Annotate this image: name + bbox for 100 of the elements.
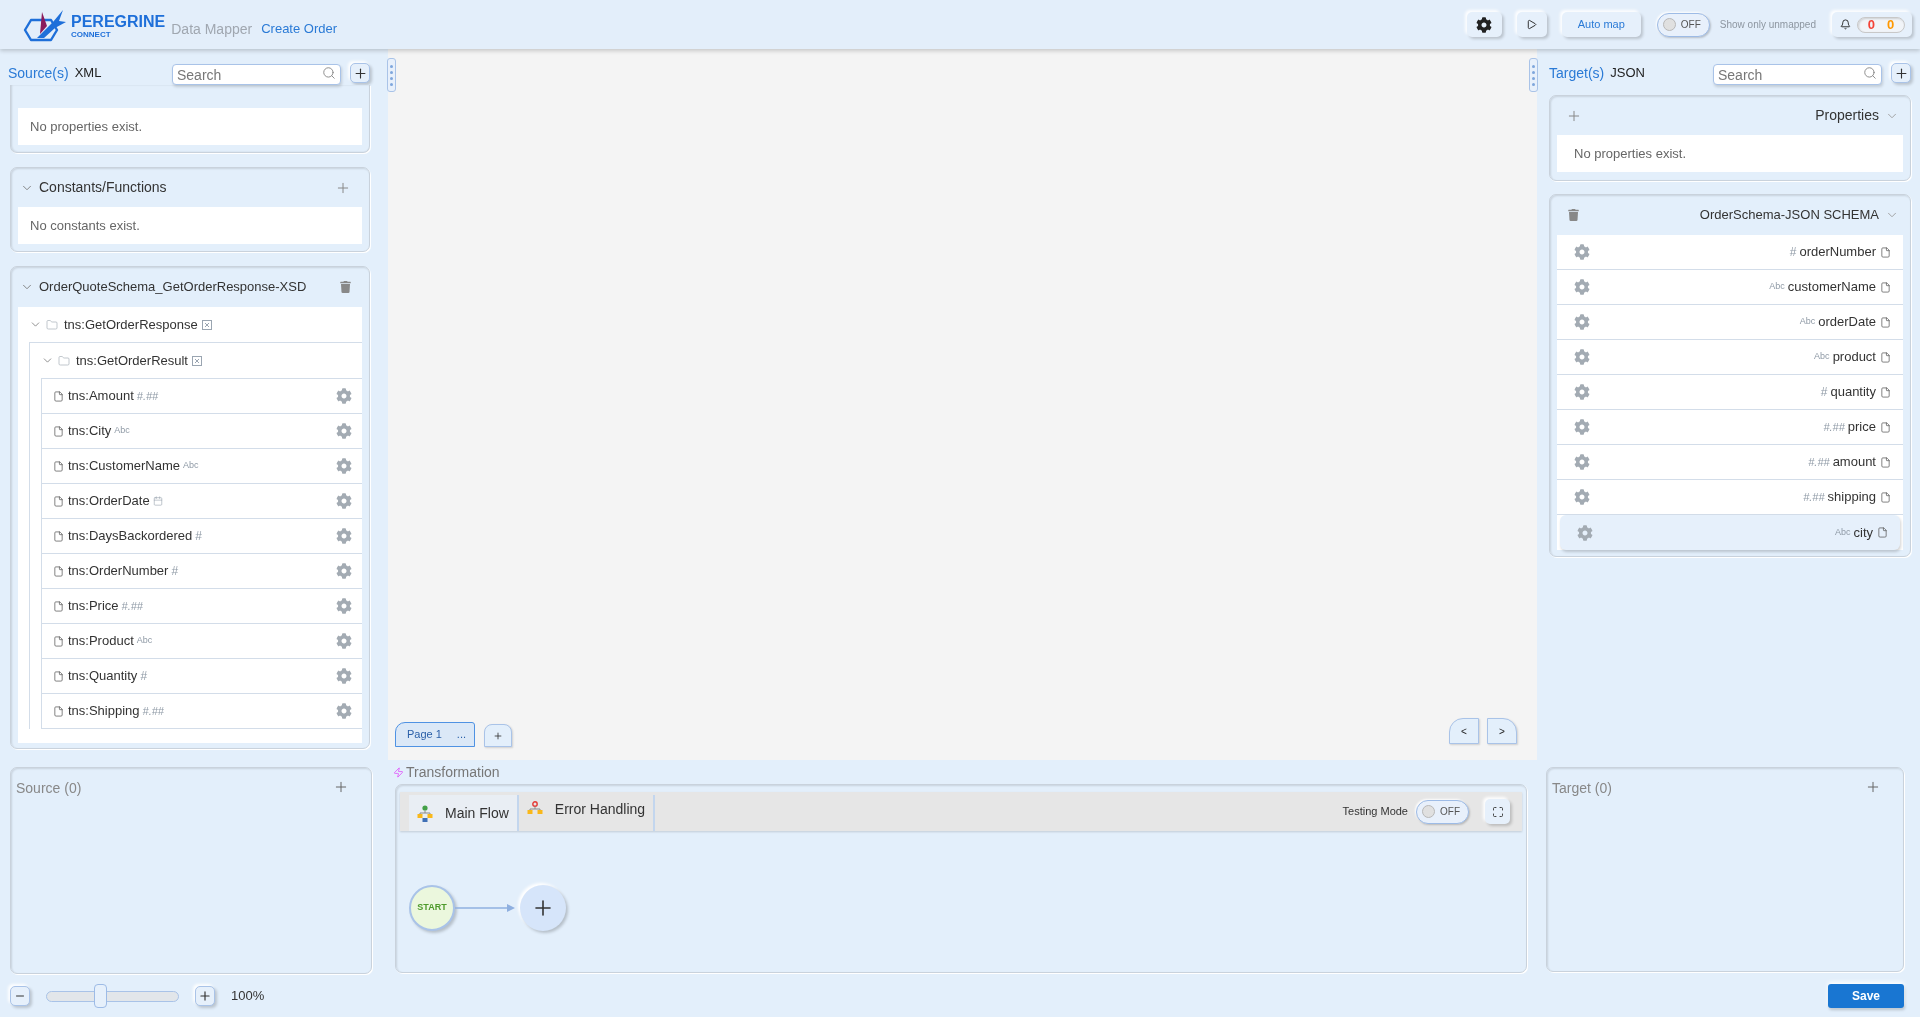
settings-icon[interactable]	[336, 703, 352, 719]
field-name: customerName	[1787, 278, 1876, 297]
file-icon	[53, 460, 64, 472]
settings-icon[interactable]	[336, 598, 352, 614]
field-row[interactable]: Abc city	[1560, 515, 1900, 550]
card-title: Properties	[1815, 106, 1879, 125]
field-name: tns:Amount	[68, 387, 134, 406]
settings-icon[interactable]	[1574, 314, 1590, 330]
field-name: tns:OrderNumber	[68, 562, 169, 581]
run-button[interactable]	[1516, 12, 1547, 37]
zoom-slider-track[interactable]	[46, 984, 179, 1008]
add-step-button[interactable]	[520, 884, 566, 931]
section-title: Transformation	[406, 762, 500, 782]
type-label: #.##	[142, 703, 164, 719]
panel-title: Target(s)	[1549, 63, 1605, 83]
panel-title: Target (0)	[1552, 779, 1612, 798]
fullscreen-button[interactable]	[1485, 799, 1510, 824]
zoom-out-button[interactable]	[10, 986, 30, 1006]
tree-node-label[interactable]: tns:GetOrderResponse	[64, 314, 198, 335]
app-name: Data Mapper	[171, 19, 253, 39]
settings-icon[interactable]	[336, 528, 352, 544]
field-name: tns:City	[68, 422, 112, 441]
field-name: tns:Product	[68, 632, 134, 651]
crossed-square-icon	[192, 355, 202, 366]
type-label: Abc	[1769, 280, 1785, 294]
add-page-button[interactable]	[484, 724, 512, 747]
field-name: quantity	[1830, 383, 1876, 402]
plus-icon[interactable]	[1865, 779, 1881, 795]
search-icon	[322, 65, 336, 80]
settings-icon[interactable]	[336, 668, 352, 684]
trash-icon[interactable]	[340, 281, 351, 293]
flow-tab[interactable]: Error Handling	[518, 795, 656, 831]
page-nav-button[interactable]: >	[1487, 718, 1517, 744]
search-field[interactable]: Search	[1713, 64, 1882, 85]
play-icon	[1526, 19, 1538, 30]
add-target-button[interactable]	[1891, 63, 1911, 83]
trash-icon[interactable]	[1568, 209, 1579, 221]
field-name: tns:Quantity	[68, 667, 138, 686]
settings-icon[interactable]	[336, 633, 352, 649]
type-label: Abc	[1835, 525, 1851, 539]
settings-icon[interactable]	[1574, 384, 1590, 400]
panel-title: Source(s)	[8, 63, 69, 83]
settings-icon[interactable]	[336, 458, 352, 474]
zoom-reading: 100%	[231, 987, 265, 1006]
flow-tab[interactable]: Main Flow	[409, 795, 519, 831]
type-label: #	[1789, 244, 1797, 261]
logo-icon	[22, 9, 68, 43]
type-label: #	[195, 528, 202, 545]
document-link[interactable]: Create Order	[261, 19, 338, 39]
file-icon	[53, 670, 64, 682]
settings-icon[interactable]	[1574, 454, 1590, 470]
file-icon	[1880, 386, 1891, 398]
settings-icon[interactable]	[336, 388, 352, 404]
type-label: Abc	[183, 459, 199, 473]
file-icon	[53, 635, 64, 647]
file-icon	[53, 530, 64, 542]
page-tab[interactable]: Page 1 ...	[395, 722, 475, 747]
unmapped-toggle[interactable]: OFF	[1656, 12, 1710, 37]
crossed-square-icon	[201, 319, 212, 330]
file-icon	[53, 600, 64, 612]
page-nav-button[interactable]: <	[1449, 718, 1479, 744]
plus-icon[interactable]	[333, 779, 349, 795]
auto-map-button[interactable]: Auto map	[1561, 12, 1641, 37]
field-name: product	[1832, 348, 1876, 367]
notification-count: 0	[1887, 18, 1895, 31]
save-button[interactable]: Save	[1828, 984, 1904, 1008]
settings-icon[interactable]	[1574, 489, 1590, 505]
zoom-slider-thumb[interactable]	[94, 984, 107, 1008]
notification-count: 0	[1867, 18, 1875, 31]
tree-node-label[interactable]: tns:GetOrderResult	[76, 350, 188, 371]
field-name: tns:OrderDate	[68, 492, 150, 511]
testing-mode-toggle[interactable]: OFF	[1416, 799, 1469, 824]
settings-icon	[1476, 16, 1493, 33]
settings-icon[interactable]	[1574, 279, 1590, 295]
plus-icon	[352, 65, 368, 81]
settings-icon[interactable]	[1574, 349, 1590, 365]
toggle-label: Show only unmapped	[1719, 18, 1816, 32]
file-icon	[53, 425, 64, 437]
add-source-button[interactable]	[350, 63, 370, 83]
file-icon	[53, 390, 64, 402]
page-menu-button[interactable]: ...	[456, 726, 466, 743]
settings-icon[interactable]	[336, 423, 352, 439]
settings-button[interactable]	[1466, 12, 1502, 37]
type-label: Abc	[1814, 350, 1830, 364]
splitter-handle[interactable]	[387, 58, 396, 92]
settings-icon[interactable]	[1577, 524, 1593, 541]
empty-message: No properties exist.	[1574, 144, 1686, 163]
zoom-in-button[interactable]	[195, 986, 215, 1006]
settings-icon[interactable]	[1574, 419, 1590, 435]
splitter-handle[interactable]	[1529, 58, 1538, 92]
type-label: #	[140, 668, 148, 685]
settings-icon[interactable]	[336, 493, 352, 509]
fullscreen-icon	[1491, 805, 1504, 818]
brand-name: PEREGRINE	[71, 13, 166, 30]
settings-icon[interactable]	[336, 563, 352, 579]
card-title: Constants/Functions	[39, 178, 167, 197]
search-field[interactable]: Search	[172, 64, 341, 85]
file-icon	[1880, 316, 1891, 328]
file-icon	[1880, 491, 1891, 503]
settings-icon[interactable]	[1574, 244, 1590, 260]
